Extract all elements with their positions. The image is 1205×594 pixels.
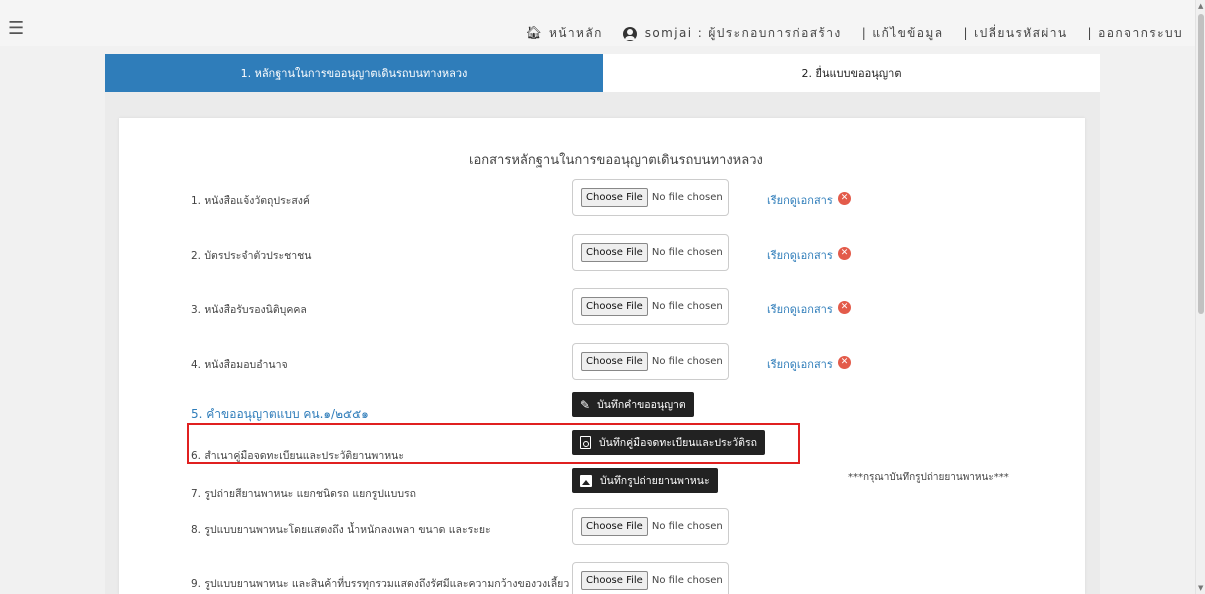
step-tabs: 1. หลักฐานในการขออนุญาตเดินรถบนทางหลวง 2… bbox=[105, 54, 1100, 92]
choose-file-button[interactable]: Choose File bbox=[581, 517, 648, 536]
tab-evidence[interactable]: 1. หลักฐานในการขออนุญาตเดินรถบนทางหลวง bbox=[105, 54, 603, 92]
file-input-2[interactable]: Choose File No file chosen bbox=[572, 234, 729, 271]
view-document-link-1[interactable]: เรียกดูเอกสาร bbox=[767, 191, 833, 209]
file-input-9[interactable]: Choose File No file chosen bbox=[572, 562, 729, 594]
choose-file-button[interactable]: Choose File bbox=[581, 188, 648, 207]
file-input-3[interactable]: Choose File No file chosen bbox=[572, 288, 729, 325]
row-label-5[interactable]: 5. คำขออนุญาตแบบ คน.๑/๒๕๕๑ bbox=[191, 405, 369, 424]
delete-icon[interactable]: ✕ bbox=[838, 192, 851, 205]
row-label-8: 8. รูปแบบยานพาหนะโดยแสดงถึง น้ำหนักลงเพล… bbox=[191, 524, 491, 536]
top-bar: ☰ 🏠︎ หน้าหลัก somjai : ผู้ประกอบการก่อสร… bbox=[0, 0, 1205, 46]
edit-icon: ✎ bbox=[580, 397, 591, 412]
pdf-icon bbox=[580, 436, 591, 449]
view-document-link-2[interactable]: เรียกดูเอกสาร bbox=[767, 246, 833, 264]
user-icon bbox=[622, 26, 637, 41]
no-file-text: No file chosen bbox=[651, 192, 723, 203]
choose-file-button[interactable]: Choose File bbox=[581, 571, 648, 590]
save-photo-button[interactable]: บันทึกรูปถ่ายยานพาหนะ bbox=[572, 468, 718, 493]
view-document-link-4[interactable]: เรียกดูเอกสาร bbox=[767, 355, 833, 373]
nav-user-label: somjai : ผู้ประกอบการก่อสร้าง bbox=[644, 26, 842, 40]
tab-evidence-label: 1. หลักฐานในการขออนุญาตเดินรถบนทางหลวง bbox=[240, 67, 468, 80]
no-file-text: No file chosen bbox=[651, 575, 723, 586]
row-label-6: 6. สำเนาคู่มือจดทะเบียนและประวัติยานพาหน… bbox=[191, 450, 404, 462]
row-label-4: 4. หนังสือมอบอำนาจ bbox=[191, 359, 288, 371]
row-label-9: 9. รูปแบบยานพาหนะ และสินค้าที่บรรทุกรวมแ… bbox=[191, 578, 570, 590]
nav-home-label: หน้าหลัก bbox=[549, 26, 603, 40]
no-file-text: No file chosen bbox=[651, 521, 723, 532]
tab-submit-form[interactable]: 2. ยื่นแบบขออนุญาต bbox=[603, 54, 1100, 92]
nav-home[interactable]: 🏠︎ หน้าหลัก bbox=[525, 24, 602, 43]
nav-logout[interactable]: | ออกจากระบบ bbox=[1088, 24, 1184, 43]
scroll-down-icon[interactable]: ▼ bbox=[1198, 584, 1203, 592]
file-input-8[interactable]: Choose File No file chosen bbox=[572, 508, 729, 545]
row-label-2: 2. บัตรประจำตัวประชาชน bbox=[191, 250, 312, 262]
save-photo-label: บันทึกรูปถ่ายยานพาหนะ bbox=[600, 475, 710, 487]
nav-change-password[interactable]: | เปลี่ยนรหัสผ่าน bbox=[963, 24, 1067, 43]
nav-user[interactable]: somjai : ผู้ประกอบการก่อสร้าง bbox=[622, 24, 842, 43]
file-input-4[interactable]: Choose File No file chosen bbox=[572, 343, 729, 380]
photo-note: ***กรุณาบันทึกรูปถ่ายยานพาหนะ*** bbox=[848, 472, 1009, 483]
scrollbar-thumb[interactable] bbox=[1198, 14, 1204, 314]
delete-icon[interactable]: ✕ bbox=[838, 356, 851, 369]
nav-password-label: | เปลี่ยนรหัสผ่าน bbox=[963, 26, 1068, 40]
nav-edit-profile[interactable]: | แก้ไขข้อมูล bbox=[862, 24, 944, 43]
top-nav: 🏠︎ หน้าหลัก somjai : ผู้ประกอบการก่อสร้า… bbox=[505, 24, 1183, 43]
page-title: เอกสารหลักฐานในการขออนุญาตเดินรถบนทางหลว… bbox=[469, 153, 763, 168]
save-request-label: บันทึกคำขออนุญาต bbox=[597, 399, 686, 411]
file-input-1[interactable]: Choose File No file chosen bbox=[572, 179, 729, 216]
save-manual-label: บันทึกคู่มือจดทะเบียนและประวัติรถ bbox=[599, 437, 757, 449]
delete-icon[interactable]: ✕ bbox=[838, 301, 851, 314]
nav-logout-label: | ออกจากระบบ bbox=[1087, 26, 1183, 40]
no-file-text: No file chosen bbox=[651, 301, 723, 312]
view-document-link-3[interactable]: เรียกดูเอกสาร bbox=[767, 300, 833, 318]
save-request-button[interactable]: ✎ บันทึกคำขออนุญาต bbox=[572, 392, 694, 417]
home-icon: 🏠︎ bbox=[525, 26, 542, 41]
save-manual-button[interactable]: บันทึกคู่มือจดทะเบียนและประวัติรถ bbox=[572, 430, 765, 455]
no-file-text: No file chosen bbox=[651, 247, 723, 258]
tab-submit-label: 2. ยื่นแบบขออนุญาต bbox=[801, 67, 902, 80]
choose-file-button[interactable]: Choose File bbox=[581, 243, 648, 262]
row-label-3: 3. หนังสือรับรองนิติบุคคล bbox=[191, 304, 307, 316]
choose-file-button[interactable]: Choose File bbox=[581, 297, 648, 316]
no-file-text: No file chosen bbox=[651, 356, 723, 367]
page-scrollbar[interactable]: ▲ ▼ bbox=[1195, 0, 1205, 594]
nav-edit-label: | แก้ไขข้อมูล bbox=[861, 26, 944, 40]
row-label-1: 1. หนังสือแจ้งวัตถุประสงค์ bbox=[191, 195, 310, 207]
hamburger-icon[interactable]: ☰ bbox=[8, 20, 24, 38]
delete-icon[interactable]: ✕ bbox=[838, 247, 851, 260]
image-icon bbox=[580, 474, 592, 487]
choose-file-button[interactable]: Choose File bbox=[581, 352, 648, 371]
scroll-up-icon[interactable]: ▲ bbox=[1198, 2, 1203, 10]
row-label-7: 7. รูปถ่ายสียานพาหนะ แยกชนิดรถ แยกรูปแบบ… bbox=[191, 488, 417, 500]
